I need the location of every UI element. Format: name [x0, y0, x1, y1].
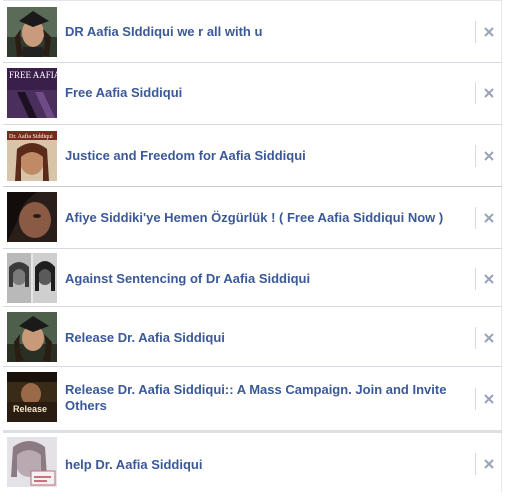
close-icon[interactable] — [482, 211, 496, 225]
list-item[interactable]: help Dr. Aafia Siddiqui — [3, 430, 502, 492]
thumbnail-text: Dr. Aafia Siddiqui — [9, 133, 53, 140]
page-title-link[interactable]: DR Aafia SIddiqui we r all with u — [65, 24, 462, 40]
thumbnail-text: Release — [13, 404, 47, 414]
page-thumbnail[interactable] — [7, 312, 57, 362]
page-title-link[interactable]: Release Dr. Aafia Siddiqui:: A Mass Camp… — [65, 382, 462, 414]
close-icon[interactable] — [482, 25, 496, 39]
close-icon[interactable] — [482, 457, 496, 471]
page-thumbnail[interactable] — [7, 253, 57, 303]
list-item[interactable]: FREE AAFIA SIDDIQUI Free Aafia Siddiqui — [3, 62, 502, 124]
thumbnail-text: FREE AAFIA SIDDIQUI — [9, 70, 57, 80]
page-title-link[interactable]: Release Dr. Aafia Siddiqui — [65, 330, 462, 346]
page-title-link[interactable]: Justice and Freedom for Aafia Siddiqui — [65, 148, 462, 164]
divider — [475, 21, 476, 43]
divider — [475, 327, 476, 349]
list-item[interactable]: Dr. Aafia Siddiqui Justice and Freedom f… — [3, 124, 502, 186]
page-title-link[interactable]: Against Sentencing of Dr Aafia Siddiqui — [65, 271, 462, 287]
list-item[interactable]: DR Aafia SIddiqui we r all with u — [3, 0, 502, 62]
divider — [475, 145, 476, 167]
list-item[interactable]: Afiye Siddiki'ye Hemen Özgürlük ! ( Free… — [3, 186, 502, 248]
page-thumbnail[interactable]: Release — [7, 372, 57, 422]
list-item[interactable]: Release Dr. Aafia Siddiqui — [3, 306, 502, 366]
page-title-link[interactable]: help Dr. Aafia Siddiqui — [65, 457, 462, 473]
list-item[interactable]: Release Release Dr. Aafia Siddiqui:: A M… — [3, 366, 502, 430]
page-title-link[interactable]: Free Aafia Siddiqui — [65, 85, 462, 101]
divider — [475, 388, 476, 410]
divider — [475, 268, 476, 290]
page-thumbnail[interactable]: FREE AAFIA SIDDIQUI — [7, 68, 57, 118]
divider — [475, 82, 476, 104]
close-icon[interactable] — [482, 149, 496, 163]
list-item[interactable]: Against Sentencing of Dr Aafia Siddiqui — [3, 248, 502, 306]
close-icon[interactable] — [482, 331, 496, 345]
page-title-link[interactable]: Afiye Siddiki'ye Hemen Özgürlük ! ( Free… — [65, 210, 462, 226]
close-icon[interactable] — [482, 392, 496, 406]
close-icon[interactable] — [482, 86, 496, 100]
divider — [475, 207, 476, 229]
close-icon[interactable] — [482, 272, 496, 286]
page-thumbnail[interactable] — [7, 192, 57, 242]
page-thumbnail[interactable]: Dr. Aafia Siddiqui — [7, 131, 57, 181]
page-thumbnail[interactable] — [7, 7, 57, 57]
divider — [475, 453, 476, 475]
page-thumbnail[interactable] — [7, 437, 57, 487]
